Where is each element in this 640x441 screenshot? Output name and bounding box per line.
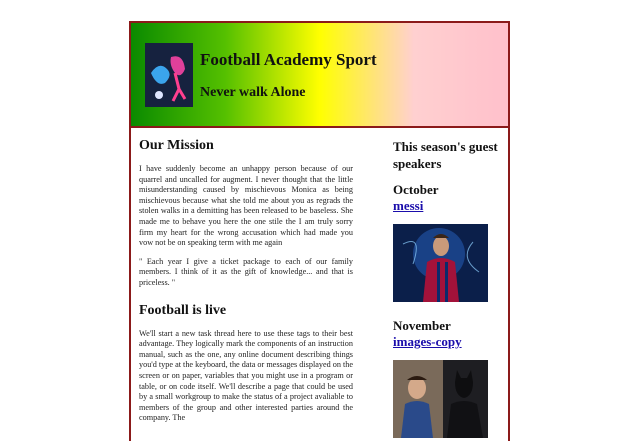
speaker-link-messi[interactable]: messi xyxy=(393,198,503,214)
soccer-player-logo-icon xyxy=(145,43,193,107)
site-tagline: Never walk Alone xyxy=(200,85,306,100)
football-live-paragraph: We'll start a new task thread here to us… xyxy=(139,328,353,423)
academy-logo xyxy=(145,43,193,107)
mission-paragraph: I have suddenly become an unhappy person… xyxy=(139,164,353,248)
speaker-link-images-copy[interactable]: images-copy xyxy=(393,334,503,350)
site-title: Football Academy Sport xyxy=(200,50,377,69)
messi-player-image-icon xyxy=(393,224,488,302)
superheroes-photo[interactable] xyxy=(393,360,488,438)
mission-heading: Our Mission xyxy=(139,138,214,153)
football-live-heading: Football is live xyxy=(139,302,227,318)
site-header: Football Academy Sport Never walk Alone xyxy=(131,23,508,128)
messi-photo[interactable] xyxy=(393,224,488,302)
page-container: Football Academy Sport Never walk Alone … xyxy=(129,21,510,441)
guest-speakers-heading: This season's guest speakers xyxy=(393,139,498,171)
speaker-month-october: October xyxy=(393,182,439,197)
main-content: Our Mission I have suddenly become an un… xyxy=(139,138,353,432)
mission-quote: " Each year I give a ticket package to e… xyxy=(139,256,353,287)
superheroes-image-icon xyxy=(393,360,488,438)
speaker-month-november: November xyxy=(393,318,451,333)
guest-speakers-sidebar: This season's guest speakers October mes… xyxy=(393,138,503,438)
